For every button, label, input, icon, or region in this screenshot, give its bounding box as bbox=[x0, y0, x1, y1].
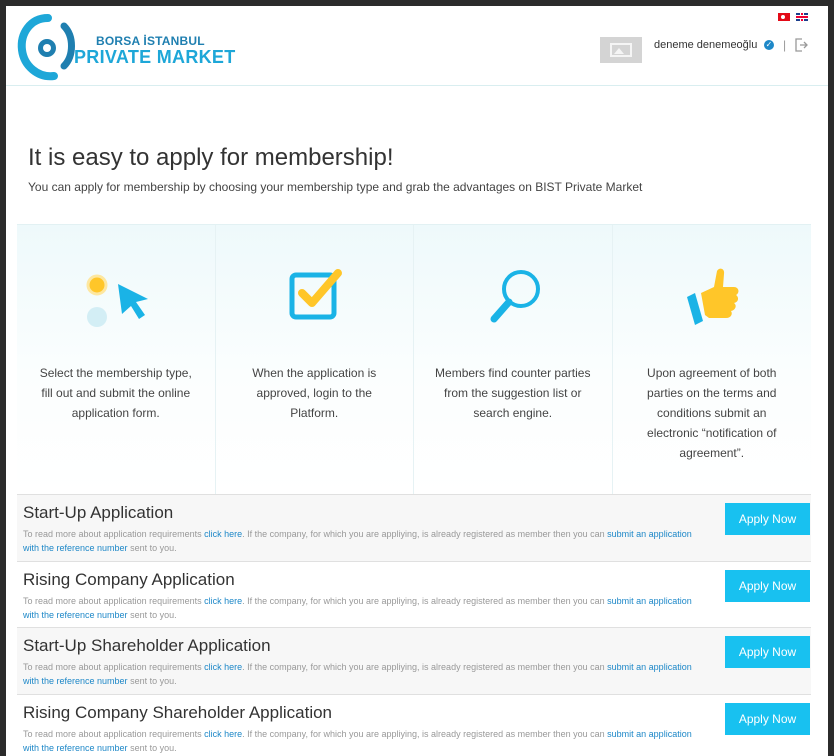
step-text: Select the membership type, fill out and… bbox=[39, 366, 192, 420]
application-row: Start-Up Shareholder Application To read… bbox=[17, 627, 811, 695]
header: BORSA İSTANBUL PRIVATE MARKET deneme den… bbox=[6, 6, 828, 86]
application-row: Rising Company Shareholder Application T… bbox=[17, 694, 811, 756]
checkbox-icon bbox=[289, 269, 342, 320]
desc-text: . If the company, for which you are appl… bbox=[242, 595, 608, 606]
step-4: Upon agreement of both parties on the te… bbox=[613, 225, 812, 494]
application-description: To read more about application requireme… bbox=[23, 594, 703, 622]
apply-now-button[interactable]: Apply Now bbox=[725, 636, 810, 669]
desc-text: To read more about application requireme… bbox=[23, 729, 205, 740]
flag-en-icon[interactable] bbox=[796, 13, 808, 21]
logo-text-top: BORSA İSTANBUL bbox=[96, 34, 205, 48]
click-here-link[interactable]: click here bbox=[204, 596, 242, 606]
desc-text: . If the company, for which you are appl… bbox=[242, 662, 608, 673]
desc-text: sent to you. bbox=[127, 676, 177, 687]
apply-now-button[interactable]: Apply Now bbox=[725, 703, 810, 736]
search-icon bbox=[490, 270, 540, 323]
applications-list: Start-Up Application To read more about … bbox=[17, 494, 811, 756]
desc-text: sent to you. bbox=[127, 609, 177, 620]
application-title: Rising Company Shareholder Application bbox=[23, 703, 333, 723]
desc-text: To read more about application requireme… bbox=[23, 662, 205, 673]
apply-now-button[interactable]: Apply Now bbox=[725, 503, 810, 535]
verified-icon: ✓ bbox=[764, 40, 774, 50]
desc-text: To read more about application requireme… bbox=[23, 595, 205, 606]
steps-panel: Select the membership type, fill out and… bbox=[17, 224, 811, 494]
application-title: Start-Up Application bbox=[23, 503, 174, 522]
application-row: Start-Up Application To read more about … bbox=[17, 494, 811, 561]
logout-icon[interactable] bbox=[793, 37, 809, 53]
step-2: When the application is approved, login … bbox=[216, 225, 414, 494]
desc-text: . If the company, for which you are appl… bbox=[242, 729, 608, 740]
apply-now-button[interactable]: Apply Now bbox=[725, 569, 810, 602]
username[interactable]: deneme denemeoğlu bbox=[654, 39, 757, 51]
application-description: To read more about application requireme… bbox=[23, 727, 703, 755]
application-title: Rising Company Application bbox=[23, 569, 235, 589]
application-description: To read more about application requireme… bbox=[23, 527, 703, 555]
step-text: Members find counter parties from the su… bbox=[435, 366, 591, 420]
desc-text: . If the company, for which you are appl… bbox=[242, 529, 608, 539]
logo-text-main: PRIVATE MARKET bbox=[74, 47, 236, 67]
page: BORSA İSTANBUL PRIVATE MARKET deneme den… bbox=[6, 6, 828, 756]
desc-text: sent to you. bbox=[127, 743, 177, 754]
click-here-link[interactable]: click here bbox=[204, 729, 242, 739]
page-subtitle: You can apply for membership by choosing… bbox=[28, 180, 643, 194]
avatar[interactable] bbox=[600, 37, 642, 63]
cursor-click-icon bbox=[86, 274, 148, 327]
application-description: To read more about application requireme… bbox=[23, 660, 703, 688]
thumbs-up-icon bbox=[686, 268, 738, 325]
click-here-link[interactable]: click here bbox=[204, 662, 242, 672]
application-row: Rising Company Application To read more … bbox=[17, 560, 811, 628]
flag-tr-icon[interactable] bbox=[778, 13, 790, 21]
page-title: It is easy to apply for membership! bbox=[28, 144, 394, 171]
application-title: Start-Up Shareholder Application bbox=[23, 636, 271, 656]
step-text: Upon agreement of both parties on the te… bbox=[647, 366, 777, 460]
logo-emblem-icon bbox=[17, 14, 75, 81]
desc-text: sent to you. bbox=[127, 543, 177, 553]
step-1: Select the membership type, fill out and… bbox=[17, 225, 216, 494]
language-switcher bbox=[778, 13, 808, 21]
header-separator: | bbox=[783, 38, 787, 52]
desc-text: To read more about application requireme… bbox=[23, 529, 205, 539]
image-placeholder-icon bbox=[610, 43, 632, 57]
click-here-link[interactable]: click here bbox=[204, 529, 242, 539]
logo[interactable]: BORSA İSTANBUL PRIVATE MARKET bbox=[16, 12, 236, 82]
step-3: Members find counter parties from the su… bbox=[414, 225, 613, 494]
step-text: When the application is approved, login … bbox=[252, 366, 377, 420]
